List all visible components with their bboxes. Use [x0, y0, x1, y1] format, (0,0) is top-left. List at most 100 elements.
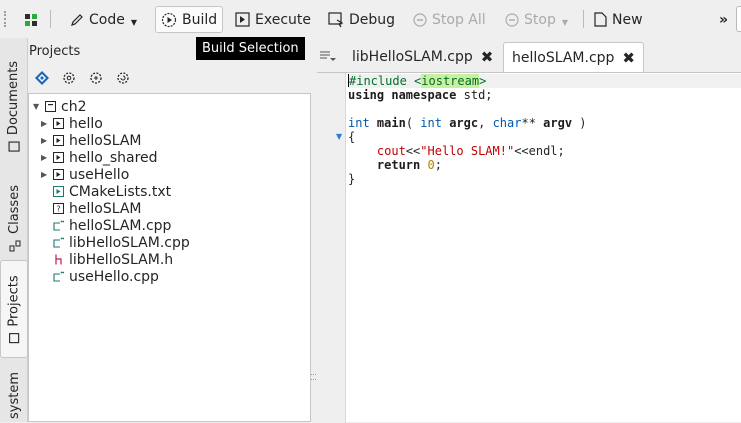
tree-item-label: CMakeLists.txt: [69, 183, 172, 200]
overflow-chevron-icon: »: [719, 11, 729, 28]
tree-item-usehello[interactable]: ▶ useHello: [41, 166, 129, 183]
tree-item-helloslam-target[interactable]: ▶ helloSLAM: [41, 132, 142, 149]
gear-add-icon[interactable]: [88, 70, 104, 86]
tab-libhelloslam-cpp[interactable]: libHelloSLAM.cpp ✖: [344, 42, 501, 72]
fold-marker-icon[interactable]: ▼: [336, 132, 342, 141]
document-icon: [8, 141, 20, 152]
tree-item-label: helloSLAM.cpp: [69, 217, 172, 234]
tree-item-label: helloSLAM: [69, 132, 142, 149]
tree-collapsed-icon[interactable]: ▶: [41, 136, 52, 145]
tree-item-label: libHelloSLAM.cpp: [69, 234, 190, 251]
header-file-icon: [52, 254, 64, 266]
execute-button[interactable]: Execute: [235, 6, 311, 33]
document-list-menu-icon[interactable]: [320, 50, 336, 66]
stop-all-icon: [413, 12, 427, 27]
splitter-grip-icon: [311, 374, 316, 380]
close-icon[interactable]: ✖: [481, 48, 494, 66]
chevron-down-icon: ▼: [561, 18, 568, 27]
tree-item-hello[interactable]: ▶ hello: [41, 115, 103, 132]
code-line-5: {: [348, 130, 356, 144]
tree-item-libhelloslam-cpp[interactable]: libHelloSLAM.cpp: [52, 234, 190, 251]
tab-filesystem-label: system: [6, 371, 22, 419]
code-label: Code: [89, 11, 125, 28]
tab-classes-label: Classes: [6, 184, 22, 234]
tree-collapsed-icon[interactable]: ▶: [41, 170, 52, 179]
projects-panel-title: Projects: [29, 44, 81, 59]
project-tree: ▼ ch2 ▶ hello ▶ helloSLAM ▶ hello_shared…: [28, 93, 311, 422]
cmake-file-icon: [52, 186, 64, 198]
target-icon: [52, 152, 64, 164]
editor-tab-bar: libHelloSLAM.cpp ✖ helloSLAM.cpp ✖: [317, 38, 741, 72]
code-line-8: }: [348, 172, 356, 186]
new-button[interactable]: New: [594, 6, 643, 33]
tab-projects-label: Projects: [6, 274, 22, 327]
code-line-4: int main( int argc, char** argv ): [348, 116, 587, 130]
toolbar-edge-field[interactable]: [736, 6, 741, 32]
tree-item-usehello-cpp[interactable]: useHello.cpp: [52, 268, 159, 285]
projects-panel-toolbar: [34, 70, 131, 86]
tab-label: helloSLAM.cpp: [512, 49, 615, 66]
tab-helloslam-cpp[interactable]: helloSLAM.cpp ✖: [503, 42, 644, 72]
cpp-file-icon: [52, 220, 64, 232]
tree-item-cmakelists[interactable]: CMakeLists.txt: [52, 183, 171, 200]
tree-item-label: useHello.cpp: [69, 268, 159, 285]
build-button[interactable]: Build: [155, 6, 224, 33]
tree-item-label: hello_shared: [69, 149, 158, 166]
tree-item-helloslam-binary[interactable]: ? helloSLAM: [52, 200, 142, 217]
pen-icon: [71, 13, 83, 26]
tree-item-label: hello: [69, 115, 103, 132]
code-line-1: #include <iostream>: [348, 74, 741, 88]
toolbar-overflow-button[interactable]: »: [719, 6, 728, 33]
tree-item-helloslam-cpp[interactable]: helloSLAM.cpp: [52, 217, 171, 234]
locate-document-icon[interactable]: [34, 70, 50, 86]
code-line-6: cout<<"Hello SLAM!"<<endl;: [376, 144, 565, 158]
stop-all-button[interactable]: Stop All: [413, 6, 486, 33]
gear-play-icon: [161, 12, 177, 27]
project-icon: [8, 332, 20, 343]
tab-documents-label: Documents: [6, 60, 22, 135]
build-tooltip: Build Selection: [196, 37, 305, 60]
tree-item-hello-shared[interactable]: ▶ hello_shared: [41, 149, 158, 166]
code-editor[interactable]: ▼ #include <iostream> using namespace st…: [317, 72, 741, 423]
tree-collapsed-icon[interactable]: ▶: [41, 153, 52, 162]
chevron-down-icon: ▼: [130, 18, 137, 27]
target-icon: [52, 169, 64, 181]
code-content[interactable]: #include <iostream> using namespace std;…: [348, 74, 741, 186]
code-menu-button[interactable]: Code ▼: [70, 6, 137, 33]
stop-label: Stop: [524, 11, 556, 28]
stop-icon: [505, 12, 519, 27]
debug-button[interactable]: Debug: [328, 6, 395, 33]
gear-refresh-icon[interactable]: [115, 70, 131, 86]
tree-collapsed-icon[interactable]: ▶: [41, 119, 52, 128]
tab-filesystem[interactable]: system: [0, 368, 28, 422]
tree-item-label: ch2: [61, 98, 87, 115]
area-switcher-button[interactable]: [24, 6, 38, 33]
tab-projects[interactable]: Projects: [0, 260, 28, 358]
classes-icon: [8, 239, 20, 251]
tree-item-label: useHello: [69, 166, 130, 183]
new-file-icon: [594, 12, 607, 27]
unknown-file-icon: ?: [52, 203, 64, 215]
execute-icon: [235, 12, 250, 27]
stop-button[interactable]: Stop ▼: [505, 6, 568, 33]
main-toolbar: Code ▼ Build Execute Debug Stop All Stop…: [0, 0, 741, 38]
cpp-file-icon: [52, 237, 64, 249]
execute-label: Execute: [255, 11, 311, 28]
tab-documents[interactable]: Documents: [0, 50, 28, 162]
debug-label: Debug: [349, 11, 396, 28]
tree-item-label: libHelloSLAM.h: [69, 251, 174, 268]
tree-item-ch2[interactable]: ▼ ch2: [33, 98, 86, 115]
area-grid-icon: [25, 13, 37, 26]
tab-classes[interactable]: Classes: [0, 172, 28, 264]
tree-item-libhelloslam-h[interactable]: libHelloSLAM.h: [52, 251, 173, 268]
toolbar-grip-icon[interactable]: [4, 11, 8, 27]
close-icon[interactable]: ✖: [622, 49, 635, 67]
code-line-7: return 0;: [376, 158, 442, 172]
sidebar-tab-rail: Documents Classes Projects system: [0, 38, 28, 422]
svg-text:?: ?: [56, 205, 60, 214]
target-icon: [52, 118, 64, 130]
debug-icon: [328, 11, 344, 27]
tree-expanded-icon[interactable]: ▼: [33, 102, 44, 111]
gear-icon[interactable]: [61, 70, 77, 86]
